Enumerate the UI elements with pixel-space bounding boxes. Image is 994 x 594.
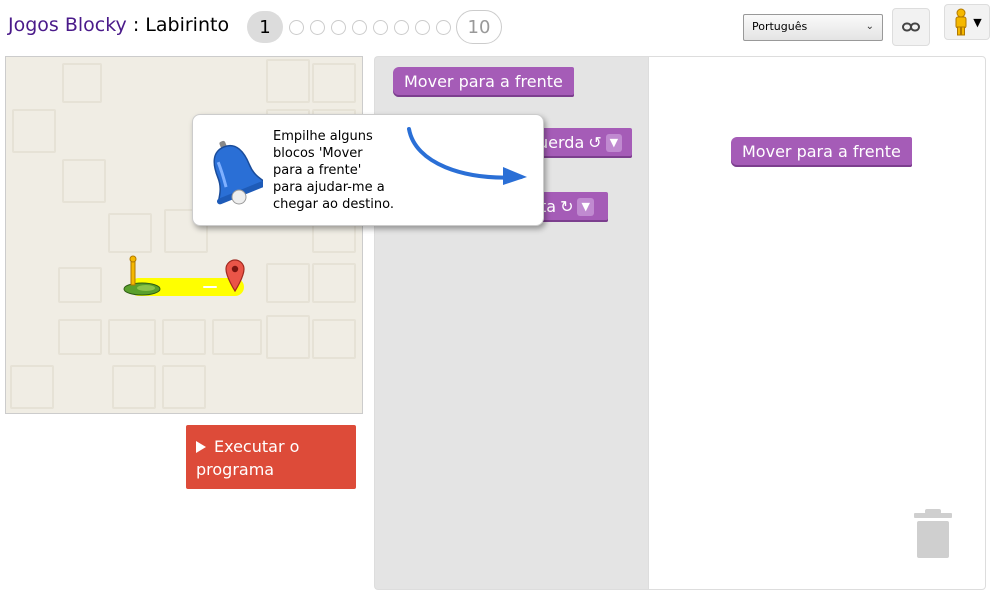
turn-right-icon: ↻ [560,197,574,216]
language-selected: Português [752,20,808,33]
maze-tile [58,267,102,303]
maze-tile [112,365,156,409]
link-icon [902,22,920,32]
maze-tile [212,319,262,355]
maze-area [5,56,363,414]
tooltip-line: chegar ao destino. [273,197,394,212]
chevron-down-icon: ⌄ [865,21,874,32]
tooltip-text: Empilhe alguns blocos 'Mover para a fren… [273,128,423,213]
maze-tile [108,213,152,253]
run-label-line1: Executar o [214,437,300,456]
marker-icon [225,259,245,293]
level-dot[interactable] [310,19,325,35]
maze-tile [266,263,310,303]
toolbox-block-move-forward[interactable]: Mover para a frente [393,67,574,97]
title-separator: : [126,14,146,36]
tooltip-line: para a frente' [273,163,362,178]
level-selector: 1 10 [247,10,502,44]
maze-tile [108,319,156,355]
level-dot[interactable] [415,19,430,35]
level-current[interactable]: 1 [247,11,283,43]
play-icon [196,441,206,453]
page-title: Jogos Blocky : Labirinto [8,14,229,36]
maze-tile [312,63,356,103]
pegman-player-icon [123,255,161,296]
level-dot[interactable] [289,19,304,35]
run-label-line2: programa [196,460,275,479]
level-dot[interactable] [394,19,409,35]
level-dot[interactable] [352,19,367,35]
block-dropdown[interactable]: ▼ [577,198,594,216]
maze-tile [62,63,102,103]
maze-tile [266,315,310,359]
block-dropdown[interactable]: ▼ [605,134,623,152]
block-label: uerda [538,133,585,152]
link-button[interactable] [892,8,930,46]
app-name-link[interactable]: Jogos Blocky [8,14,127,36]
block-label: Mover para a frente [742,142,901,161]
maze-tile [312,319,356,359]
tooltip-line: Empilhe alguns [273,129,373,144]
maze-tile [266,59,310,103]
help-tooltip: Empilhe alguns blocos 'Mover para a fren… [192,114,544,226]
maze-tile [312,263,356,303]
tooltip-line: blocos 'Mover [273,146,363,161]
game-name: Labirinto [145,14,230,36]
maze-tile [12,109,56,153]
level-last[interactable]: 10 [456,10,502,44]
workspace-block-move-forward[interactable]: Mover para a frente [731,137,912,167]
level-dot[interactable] [373,19,388,35]
tooltip-line: para ajudar-me a [273,180,385,195]
maze-tile [10,365,54,409]
language-select[interactable]: Português ⌄ [743,14,883,41]
path-highlight [203,286,217,288]
maze-tile [58,319,102,355]
block-label: Mover para a frente [404,72,563,91]
maze-tile [162,365,206,409]
pegman-button[interactable]: ▼ [944,4,990,40]
caret-down-icon: ▼ [973,15,982,29]
arrow-icon [407,127,527,185]
turn-left-icon: ↺ [588,133,602,152]
trash-icon[interactable] [912,508,954,560]
pegman-icon [955,8,967,36]
level-dot[interactable] [436,19,451,35]
maze-tile [162,319,206,355]
run-program-button[interactable]: Executar o programa [186,425,356,489]
level-dot[interactable] [331,19,346,35]
bell-icon [213,140,263,205]
maze-tile [62,159,106,203]
